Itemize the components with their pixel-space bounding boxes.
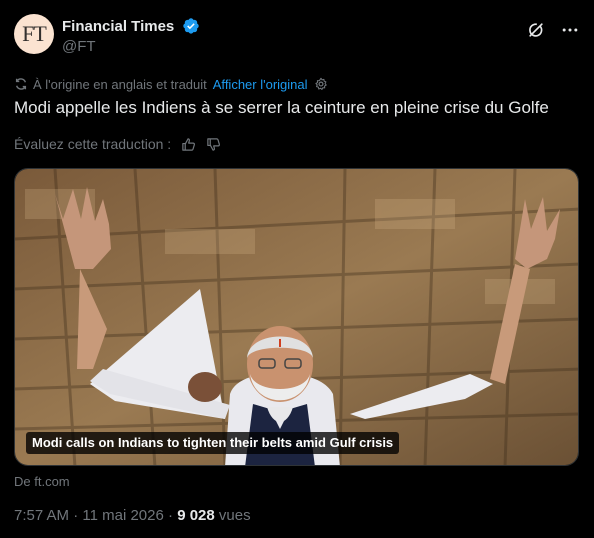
grok-icon[interactable]	[526, 20, 546, 40]
tweet-meta: 7:57 AM · 11 mai 2026 · 9 028 vues	[14, 507, 251, 524]
tweet-date[interactable]: 11 mai 2026	[82, 507, 163, 524]
card-photo	[15, 169, 578, 465]
rate-translation-label: Évaluez cette traduction :	[14, 136, 172, 152]
more-icon[interactable]	[560, 20, 580, 40]
thumbs-down-icon[interactable]	[206, 137, 221, 152]
translation-notice: À l'origine en anglais et traduit Affich…	[14, 76, 328, 92]
views-count: 9 028	[177, 507, 215, 524]
handle[interactable]: @FT	[62, 38, 200, 55]
show-original-link[interactable]: Afficher l'original	[213, 77, 308, 92]
rate-translation: Évaluez cette traduction :	[14, 135, 221, 153]
tweet-text: Modi appelle les Indiens à se serrer la …	[14, 98, 549, 117]
translation-notice-text: À l'origine en anglais et traduit	[33, 76, 207, 92]
card-source[interactable]: De ft.com	[14, 474, 70, 489]
verified-badge-icon	[183, 18, 199, 34]
meta-separator: ·	[168, 507, 174, 524]
gear-icon[interactable]	[314, 77, 328, 91]
thumbs-up-icon[interactable]	[181, 137, 196, 152]
translate-icon	[15, 78, 27, 90]
display-name[interactable]: Financial Times	[62, 18, 174, 35]
views-label: vues	[218, 507, 251, 524]
author-names: Financial Times @FT	[62, 17, 200, 55]
tweet-header: FT Financial Times @FT	[14, 14, 580, 62]
link-card-image[interactable]	[14, 168, 579, 466]
tweet-time[interactable]: 7:57 AM	[14, 507, 69, 524]
avatar[interactable]: FT	[14, 14, 54, 54]
card-caption: Modi calls on Indians to tighten their b…	[26, 432, 400, 454]
meta-separator: ·	[73, 507, 79, 524]
